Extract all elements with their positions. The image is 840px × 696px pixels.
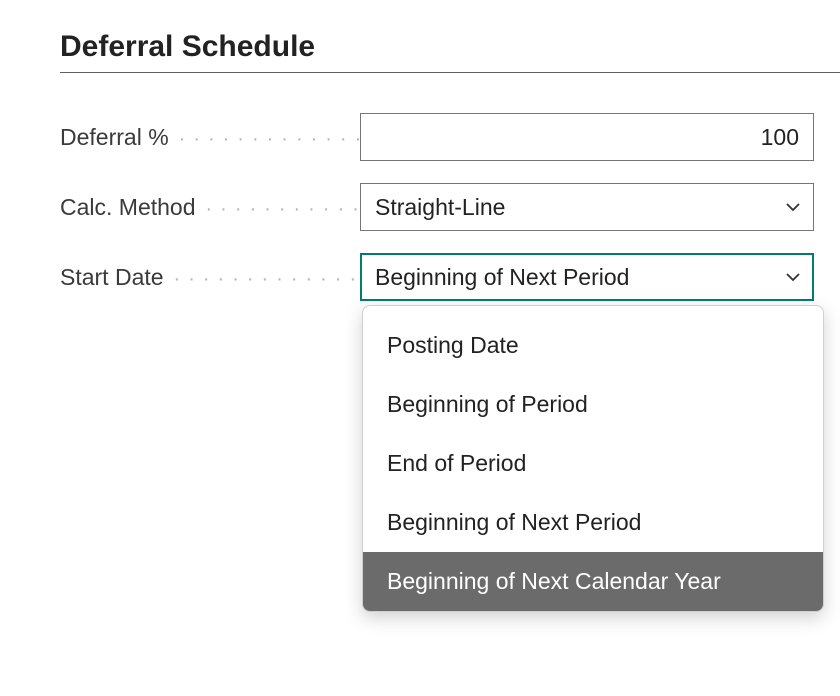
calc-method-select[interactable]: Straight-Line — [360, 183, 814, 231]
deferral-percent-input[interactable]: 100 — [360, 113, 814, 161]
row-calc-method: Calc. Method ··············· Straight-Li… — [60, 183, 840, 231]
row-deferral-percent: Deferral % ··············· 100 — [60, 113, 840, 161]
label-dots: ··············· — [179, 128, 360, 151]
start-date-value: Beginning of Next Period — [375, 264, 629, 291]
label-text-start-date: Start Date — [60, 264, 174, 291]
section-title: Deferral Schedule — [60, 30, 840, 72]
label-start-date: Start Date ··············· — [60, 264, 360, 291]
label-deferral-percent: Deferral % ··············· — [60, 124, 360, 151]
label-calc-method: Calc. Method ··············· — [60, 194, 360, 221]
row-start-date: Start Date ··············· Beginning of … — [60, 253, 840, 301]
chevron-down-icon — [785, 199, 801, 215]
option-end-of-period[interactable]: End of Period — [363, 434, 823, 493]
chevron-down-icon — [785, 269, 801, 285]
option-beginning-of-next-calendar-year[interactable]: Beginning of Next Calendar Year — [363, 552, 823, 611]
calc-method-value: Straight-Line — [375, 194, 505, 221]
start-date-dropdown: Posting Date Beginning of Period End of … — [362, 305, 824, 612]
label-dots: ··············· — [174, 268, 360, 291]
option-posting-date[interactable]: Posting Date — [363, 316, 823, 375]
start-date-select[interactable]: Beginning of Next Period Posting Date Be… — [360, 253, 814, 301]
label-text-calc-method: Calc. Method — [60, 194, 206, 221]
label-text-deferral-percent: Deferral % — [60, 124, 179, 151]
option-beginning-of-period[interactable]: Beginning of Period — [363, 375, 823, 434]
section-divider — [60, 72, 840, 73]
label-dots: ··············· — [206, 198, 360, 221]
option-beginning-of-next-period[interactable]: Beginning of Next Period — [363, 493, 823, 552]
